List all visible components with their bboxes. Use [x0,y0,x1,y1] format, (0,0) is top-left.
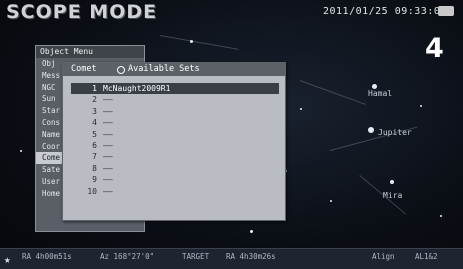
comet-row-number: 4 [92,118,97,128]
comet-row-number: 8 [92,163,97,173]
comet-row-number: 6 [92,140,97,150]
star-marker [420,105,422,107]
comet-row[interactable]: 2 —— [71,94,279,105]
comet-row[interactable]: 4 —— [71,117,279,128]
comet-row[interactable]: 6 —— [71,140,279,151]
star-marker [390,180,394,184]
comet-row-name: McNaught2009R1 [103,84,171,93]
status-align-value: AL1&2 [415,252,438,261]
status-target: TARGET [182,252,210,261]
comet-row-number: 2 [92,95,97,105]
comet-row-name: —— [103,163,113,173]
star-marker [20,150,22,152]
comet-panel-title: Comet [71,64,97,74]
status-ra: RA 4h00m51s [22,252,72,261]
status-bar: ★ RA 4h00m51s Az 168°27'0" TARGET RA 4h3… [0,248,463,269]
star-marker [330,200,332,202]
star-label-mira: Mira [383,191,403,200]
comet-row-number: 1 [92,84,97,93]
constellation-line [299,80,366,105]
constellation-line [159,35,239,50]
star-marker [300,108,302,110]
status-target-ra: RA 4h30m26s [226,252,276,261]
comet-row-number: 10 [87,186,97,196]
status-az: Az 168°27'0" [100,252,155,261]
status-align: Align [372,252,395,261]
star-label-hamal: Hamal [368,89,393,98]
comet-row[interactable]: 1 McNaught2009R1 [71,83,279,95]
comet-row-name: —— [103,175,113,185]
comet-panel-header: Comet Available Sets [63,63,285,76]
datetime: 2011/01/25 09:33:00 [323,6,447,17]
star-icon: ★ [4,253,11,266]
comet-row[interactable]: 8 —— [71,163,279,174]
comet-row-name: —— [103,118,113,128]
comet-row-number: 9 [92,175,97,185]
star-marker [250,230,253,233]
comet-row[interactable]: 3 —— [71,106,279,117]
available-sets-label: Available Sets [128,64,200,74]
comet-row-number: 7 [92,152,97,162]
comet-row-name: —— [103,186,113,196]
planet-label-jupiter: Jupiter [378,128,412,137]
comet-row-number: 3 [92,106,97,116]
comet-row-name: —— [103,152,113,162]
star-marker [190,40,193,43]
comet-row-name: —— [103,95,113,105]
comet-row-name: —— [103,129,113,139]
mode-title: SCOPE MODE [6,1,158,23]
top-bar: SCOPE MODE 2011/01/25 09:33:00 [0,0,463,24]
comet-list: 1 McNaught2009R1 2 —— 3 —— 4 —— 5 —— 6 —— 7 —— … [71,83,279,197]
screen-number: 4 [425,33,444,64]
scope-screen: SCOPE MODE 2011/01/25 09:33:00 4 Hamal J… [0,0,463,269]
comet-row-name: —— [103,140,113,150]
comet-row[interactable]: 7 —— [71,151,279,162]
comet-row[interactable]: 9 —— [71,174,279,185]
star-marker [368,127,374,133]
comet-row-number: 5 [92,129,97,139]
comet-row-name: —— [103,106,113,116]
comet-row[interactable]: 10 —— [71,186,279,197]
comet-row[interactable]: 5 —— [71,129,279,140]
circle-icon [117,66,125,74]
object-menu-title: Object Menu [36,46,144,58]
battery-icon [438,6,454,16]
star-marker [440,215,442,217]
comet-panel: Comet Available Sets 1 McNaught2009R1 2 ——… [62,62,286,221]
